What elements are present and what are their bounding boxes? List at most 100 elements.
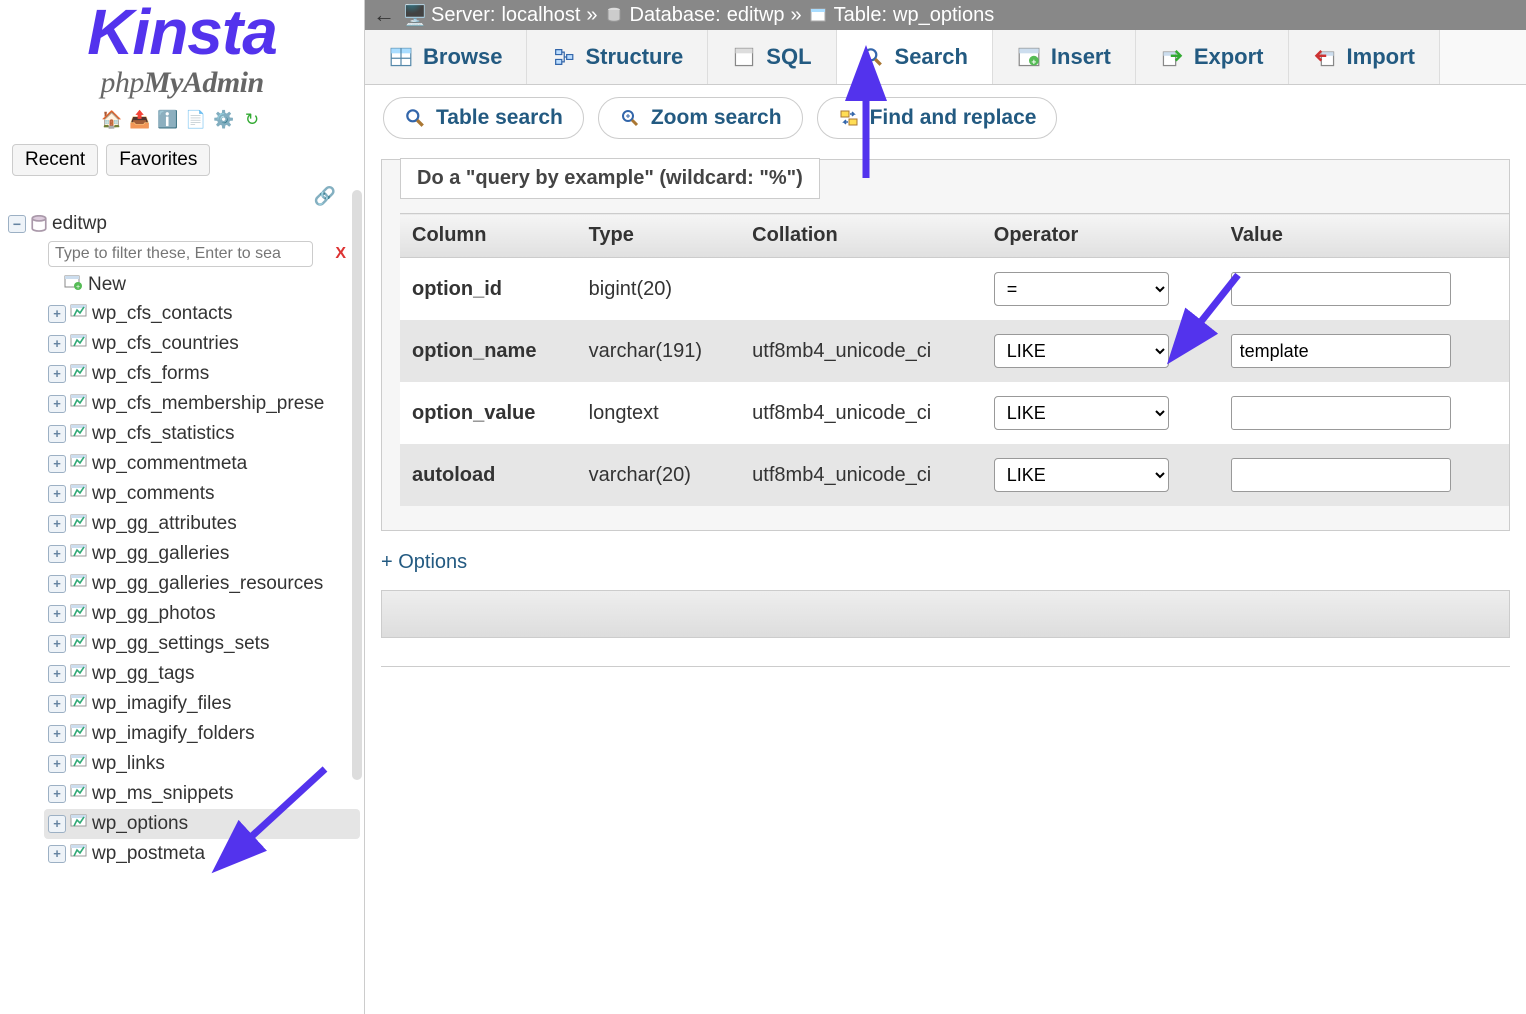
- expand-icon[interactable]: +: [48, 695, 66, 713]
- home-icon[interactable]: 🏠: [102, 110, 122, 130]
- exit-icon[interactable]: 📤: [130, 110, 150, 130]
- table-name: wp_cfs_forms: [92, 363, 209, 385]
- expand-icon[interactable]: +: [48, 305, 66, 323]
- qbe-column-name: option_name: [400, 320, 577, 382]
- expand-icon[interactable]: +: [48, 755, 66, 773]
- sidebar-table-item[interactable]: + wp_cfs_forms: [48, 359, 356, 389]
- table-filter-input[interactable]: [48, 241, 313, 267]
- expand-icon[interactable]: +: [48, 845, 66, 863]
- sidebar-table-item[interactable]: +wp_imagify_files: [48, 689, 356, 719]
- sidebar-table-item[interactable]: +wp_gg_photos: [48, 599, 356, 629]
- subtab-label: Zoom search: [651, 106, 782, 130]
- sidebar-table-item[interactable]: +wp_gg_galleries_resources: [48, 569, 356, 599]
- sidebar-table-item[interactable]: +wp_cfs_contacts: [48, 299, 356, 329]
- expand-icon[interactable]: +: [48, 485, 66, 503]
- collapse-icon[interactable]: −: [8, 215, 26, 233]
- value-input[interactable]: [1231, 272, 1451, 306]
- qbe-collation: utf8mb4_unicode_ci: [740, 382, 982, 444]
- expand-icon[interactable]: +: [48, 725, 66, 743]
- tab-import[interactable]: Import: [1289, 30, 1440, 84]
- expand-icon[interactable]: +: [48, 395, 66, 413]
- back-arrow-icon[interactable]: ←: [373, 2, 395, 28]
- sidebar-table-item[interactable]: +wp_gg_tags: [48, 659, 356, 689]
- sidebar-table-item[interactable]: +wp_comments: [48, 479, 356, 509]
- sidebar-table-item[interactable]: + wp_ms_snippets: [48, 779, 356, 809]
- sidebar-table-item[interactable]: +wp_cfs_statistics: [48, 419, 356, 449]
- subtab-find-and-replace[interactable]: Find and replace: [817, 97, 1058, 139]
- qbe-value-cell: [1219, 320, 1509, 382]
- settings-icon[interactable]: ⚙️: [214, 110, 234, 130]
- bc-server-value[interactable]: localhost: [501, 4, 580, 27]
- expand-icon[interactable]: +: [48, 545, 66, 563]
- database-node[interactable]: − editwp: [8, 211, 356, 237]
- bc-db-value[interactable]: editwp: [727, 4, 785, 27]
- logo-sub-prefix: php: [100, 66, 144, 99]
- sidebar-toolbar: 🏠 📤 ℹ️ 📄 ⚙️ ↻: [8, 110, 356, 130]
- options-toggle[interactable]: + Options: [381, 551, 1526, 574]
- sidebar-table-item[interactable]: +wp_cfs_countries: [48, 329, 356, 359]
- operator-select[interactable]: =: [994, 272, 1169, 306]
- expand-icon[interactable]: +: [48, 335, 66, 353]
- tab-insert[interactable]: +Insert: [993, 30, 1136, 84]
- breadcrumb: ← 🖥️ Server: localhost » Database: editw…: [365, 0, 1526, 30]
- sidebar-table-item[interactable]: +wp_commentmeta: [48, 449, 356, 479]
- table-icon: [70, 512, 88, 536]
- docs-icon[interactable]: ℹ️: [158, 110, 178, 130]
- tab-label: Import: [1347, 44, 1415, 70]
- operator-select[interactable]: LIKE: [994, 458, 1169, 492]
- tab-sql[interactable]: SQL: [708, 30, 836, 84]
- export-icon: [1160, 45, 1184, 69]
- reload-icon[interactable]: ↻: [242, 110, 262, 130]
- sidebar-table-item[interactable]: + wp_imagify_folders: [48, 719, 356, 749]
- sidebar-scrollbar[interactable]: [352, 190, 362, 780]
- sidebar-table-item[interactable]: +wp_links: [48, 749, 356, 779]
- expand-icon[interactable]: +: [48, 455, 66, 473]
- favorites-button[interactable]: Favorites: [106, 144, 210, 176]
- new-table-link[interactable]: + New: [64, 271, 356, 299]
- sidebar-table-item[interactable]: +wp_gg_settings_sets: [48, 629, 356, 659]
- recent-button[interactable]: Recent: [12, 144, 98, 176]
- value-input[interactable]: [1231, 458, 1451, 492]
- bc-table-value[interactable]: wp_options: [893, 4, 994, 27]
- expand-icon[interactable]: +: [48, 575, 66, 593]
- tab-export[interactable]: Export: [1136, 30, 1289, 84]
- operator-select[interactable]: LIKE: [994, 334, 1169, 368]
- expand-icon[interactable]: +: [48, 635, 66, 653]
- value-input[interactable]: [1231, 396, 1451, 430]
- table-name: wp_imagify_folders: [92, 723, 255, 745]
- tab-search[interactable]: Search: [837, 30, 993, 84]
- subtab-table-search[interactable]: Table search: [383, 97, 584, 139]
- replace-icon: [838, 107, 860, 129]
- qbe-value-cell: [1219, 258, 1509, 321]
- sidebar-table-item[interactable]: +wp_gg_attributes: [48, 509, 356, 539]
- value-input[interactable]: [1231, 334, 1451, 368]
- database-icon: [30, 215, 48, 233]
- sidebar-table-item[interactable]: +wp_cfs_membership_prese: [48, 389, 356, 419]
- expand-icon[interactable]: +: [48, 605, 66, 623]
- expand-icon[interactable]: +: [48, 665, 66, 683]
- expand-icon[interactable]: +: [48, 425, 66, 443]
- bc-sep2: »: [791, 4, 802, 27]
- sidebar-table-item[interactable]: +wp_postmeta: [48, 839, 356, 869]
- qbe-panel: Do a "query by example" (wildcard: "%") …: [381, 159, 1510, 531]
- clear-filter-icon[interactable]: X: [335, 245, 346, 263]
- expand-icon[interactable]: +: [48, 815, 66, 833]
- tab-browse[interactable]: Browse: [365, 30, 527, 84]
- expand-icon[interactable]: +: [48, 785, 66, 803]
- table-name: wp_ms_snippets: [92, 783, 234, 805]
- expand-icon[interactable]: +: [48, 515, 66, 533]
- header-operator: Operator: [982, 214, 1219, 258]
- link-icon[interactable]: 🔗: [8, 186, 356, 207]
- sidebar-table-item[interactable]: +wp_options: [44, 809, 360, 839]
- subtab-zoom-search[interactable]: Zoom search: [598, 97, 803, 139]
- qbe-type: longtext: [577, 382, 741, 444]
- qbe-row: option_valuelongtextutf8mb4_unicode_ciLI…: [400, 382, 1509, 444]
- operator-select[interactable]: LIKE: [994, 396, 1169, 430]
- table-filter: X: [48, 241, 356, 267]
- brand-logo: Kinsta: [8, 4, 356, 62]
- expand-icon[interactable]: +: [48, 365, 66, 383]
- sidebar-table-item[interactable]: +wp_gg_galleries: [48, 539, 356, 569]
- sql-icon[interactable]: 📄: [186, 110, 206, 130]
- table-icon: [70, 842, 88, 866]
- tab-structure[interactable]: Structure: [527, 30, 708, 84]
